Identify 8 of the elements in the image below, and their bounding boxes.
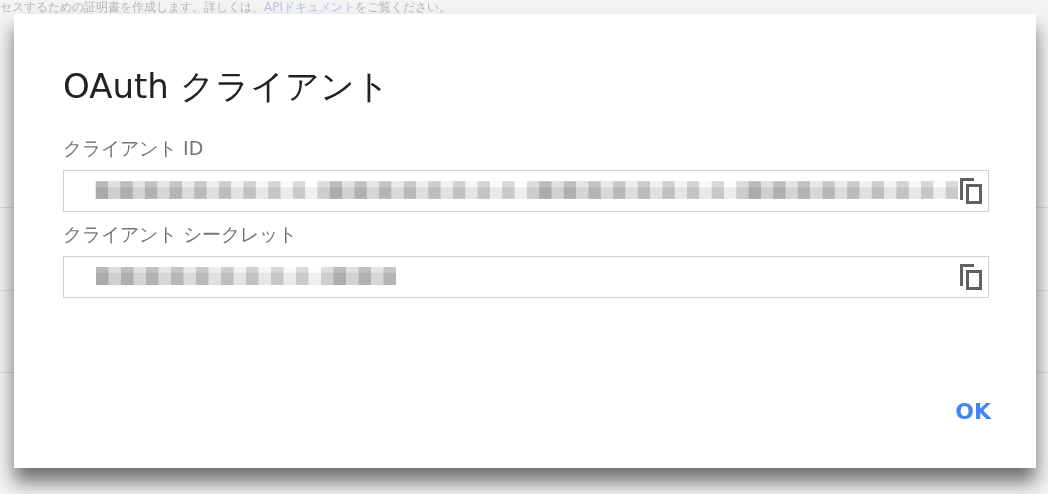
field-label: クライアント ID bbox=[63, 136, 205, 161]
input-field[interactable] bbox=[63, 256, 989, 298]
dialog-title: OAuth クライアント bbox=[63, 65, 391, 108]
copy-icon[interactable] bbox=[958, 262, 984, 292]
input-field[interactable] bbox=[63, 170, 989, 212]
copy-icon[interactable] bbox=[958, 176, 984, 206]
ok-button[interactable]: OK bbox=[947, 395, 999, 428]
field-label: クライアント シークレット bbox=[63, 222, 299, 247]
